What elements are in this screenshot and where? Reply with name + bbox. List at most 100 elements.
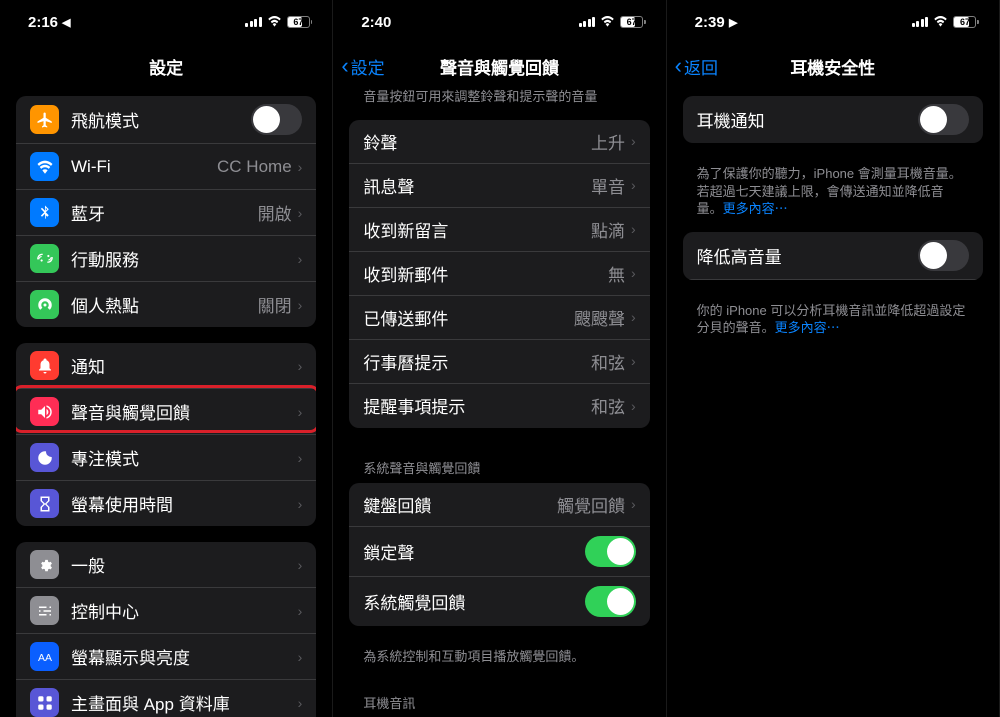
wifi-icon [267,14,282,31]
row-label: 個人熱點 [71,292,258,317]
gear-icon [30,550,59,579]
row-value: 無 [608,261,625,286]
row-label: 提醒事項提示 [363,393,591,418]
settings-row[interactable]: 鍵盤回饋觸覺回饋› [349,483,649,527]
settings-row[interactable]: AA螢幕顯示與亮度› [16,634,316,680]
notification-group: 耳機通知 [683,96,983,143]
nav-header: ‹返回 耳機安全性 [667,44,999,88]
toggle-switch[interactable] [918,240,969,271]
cellular-signal-icon [579,17,596,27]
back-button[interactable]: ‹返回 [675,54,718,79]
settings-screen: 2:16 ◀ 67 設定 飛航模式Wi-FiCC Home›藍牙開啟›行動服務›… [0,0,333,717]
row-label: 控制中心 [71,598,298,623]
row-label: 訊息聲 [363,173,591,198]
row-label: 專注模式 [71,445,298,470]
intro-text: 音量按鈕可用來調整鈴聲和提示聲的音量 [333,88,665,120]
nav-header: ‹設定 聲音與觸覺回饋 [333,44,665,88]
settings-row[interactable]: 一般› [16,542,316,588]
chevron-right-icon: › [298,358,303,374]
settings-row[interactable]: 收到新郵件無› [349,252,649,296]
row-label: Wi-Fi [71,157,217,177]
toggle-switch[interactable] [585,586,636,617]
settings-row[interactable]: Wi-FiCC Home› [16,144,316,190]
location-icon: ◀ [729,16,737,29]
settings-row[interactable]: 行事曆提示和弦› [349,340,649,384]
settings-row[interactable]: 鎖定聲 [349,527,649,577]
settings-group-notifications: 通知›聲音與觸覺回饋›專注模式›螢幕使用時間› [16,343,316,526]
chevron-right-icon: › [298,404,303,420]
settings-row[interactable]: 藍牙開啟› [16,190,316,236]
settings-row[interactable]: 鈴聲上升› [349,120,649,164]
cellular-signal-icon [245,17,262,27]
row-label: 通知 [71,353,298,378]
chevron-right-icon: › [298,557,303,573]
switches-icon [30,596,59,625]
chevron-right-icon: › [631,221,636,237]
status-time: 2:39 [695,14,725,31]
airplane-icon [30,105,59,134]
row-label: 收到新郵件 [363,261,608,286]
chevron-right-icon: › [631,398,636,414]
status-bar: 2:16 ◀ 67 [0,0,332,44]
chevron-right-icon: › [631,177,636,193]
page-title: 耳機安全性 [790,54,875,79]
chevron-left-icon: ‹ [675,55,682,77]
back-label: 返回 [684,54,718,79]
settings-row[interactable]: 通知› [16,343,316,389]
wifi-icon [600,14,615,31]
grid-icon [30,688,59,717]
settings-row[interactable]: 主畫面與 App 資料庫› [16,680,316,717]
headphone-notification-row[interactable]: 耳機通知 [683,96,983,143]
row-value: 颼颼聲 [574,305,625,330]
settings-row[interactable]: 飛航模式 [16,96,316,144]
bluetooth-icon [30,198,59,227]
reduce-loud-group: 降低高音量 [683,232,983,280]
more-link[interactable]: 更多內容⋯ [775,320,840,335]
settings-row[interactable]: 系統觸覺回饋 [349,577,649,626]
reduce-loud-sounds-row[interactable]: 降低高音量 [683,232,983,280]
footer-text: 為了保護你的聽力，iPhone 會測量耳機音量。若超過七天建議上限，會傳送通知並… [667,159,999,232]
status-bar: 2:40 67 [333,0,665,44]
settings-row[interactable]: 收到新留言點滴› [349,208,649,252]
status-bar: 2:39 ◀ 67 [667,0,999,44]
row-label: 鍵盤回饋 [363,492,557,517]
chevron-right-icon: › [298,695,303,711]
settings-row[interactable]: 訊息聲單音 › [349,164,649,208]
row-value: 上升 [591,129,625,154]
footer-text: 你的 iPhone 可以分析耳機音訊並降低超過設定分貝的聲音。更多內容⋯ [667,296,999,351]
status-time: 2:40 [361,14,391,31]
settings-row[interactable]: 控制中心› [16,588,316,634]
more-link[interactable]: 更多內容⋯ [723,201,788,216]
settings-row[interactable]: 專注模式› [16,435,316,481]
row-label: 收到新留言 [363,217,591,242]
settings-row[interactable]: 螢幕使用時間› [16,481,316,526]
settings-row[interactable]: 提醒事項提示和弦› [349,384,649,428]
row-label: 螢幕使用時間 [71,491,298,516]
settings-row[interactable]: 已傳送郵件颼颼聲› [349,296,649,340]
battery-icon: 67 [953,16,979,28]
chevron-right-icon: › [298,450,303,466]
chevron-right-icon: › [631,496,636,512]
back-button[interactable]: ‹設定 [341,54,384,79]
settings-group-network: 飛航模式Wi-FiCC Home›藍牙開啟›行動服務›個人熱點關閉› [16,96,316,327]
wifi-icon [933,14,948,31]
speaker-icon [30,397,59,426]
row-value: 單音 [591,173,625,198]
row-label: 系統觸覺回饋 [363,589,584,614]
sun-icon: AA [30,642,59,671]
row-label: 鎖定聲 [363,539,584,564]
settings-row[interactable]: 行動服務› [16,236,316,282]
toggle-switch[interactable] [585,536,636,567]
chevron-right-icon: › [298,251,303,267]
settings-row[interactable]: 個人熱點關閉› [16,282,316,327]
toggle-switch[interactable] [251,104,302,135]
headphone-safety-screen: 2:39 ◀ 67 ‹返回 耳機安全性 耳機通知 為了保護你的聽力，iPhone… [667,0,1000,717]
row-value: 關閉 [258,292,292,317]
row-label: 螢幕顯示與亮度 [71,644,298,669]
row-label: 一般 [71,552,298,577]
page-title: 聲音與觸覺回饋 [440,54,559,79]
row-value: 和弦 [591,349,625,374]
toggle-switch[interactable] [918,104,969,135]
settings-row[interactable]: 聲音與觸覺回饋› [16,389,316,435]
svg-text:AA: AA [37,651,51,663]
